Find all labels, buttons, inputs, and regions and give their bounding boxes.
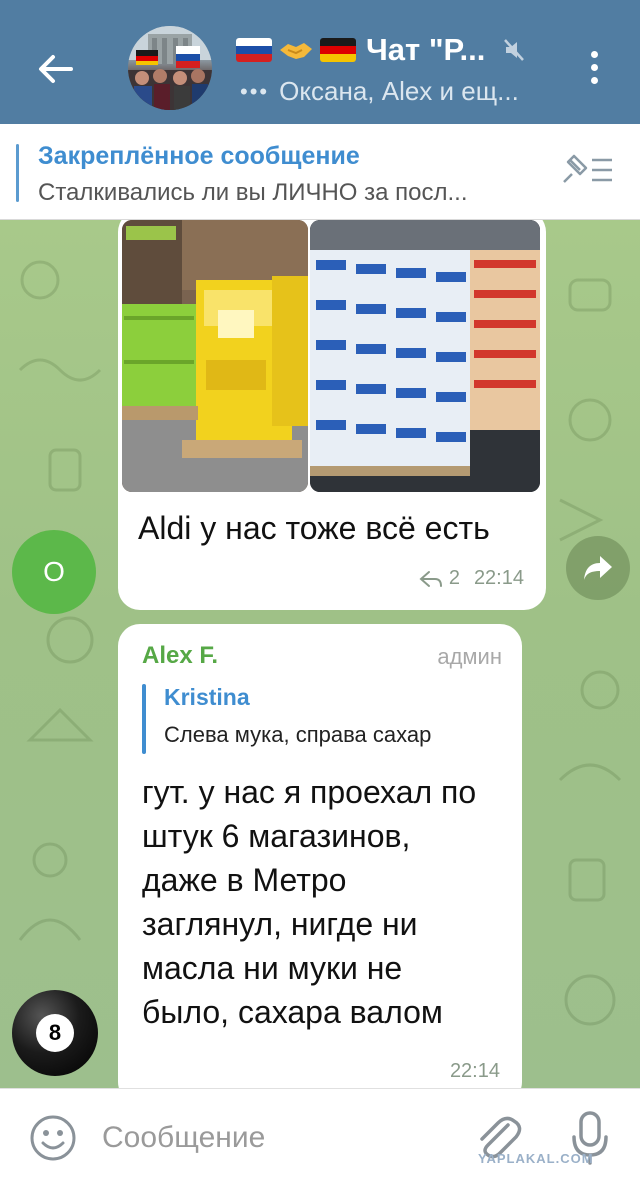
chat-title: Чат "Р... <box>366 32 486 67</box>
message-bubble[interactable]: Aldi у нас тоже всё есть 2 22:14 <box>118 220 546 610</box>
forward-button[interactable] <box>566 536 630 600</box>
chat-title-row[interactable]: Чат "Р... <box>236 30 525 70</box>
more-vert-icon <box>590 50 598 58</box>
message-input-bar: YAPLAKAL.COM <box>0 1088 640 1187</box>
message-time: 22:14 <box>449 1060 500 1082</box>
back-button[interactable] <box>30 44 80 94</box>
chat-header: Чат "Р... ••• Оксана, Alex и ещ... <box>0 0 640 124</box>
reply-arrow-icon[interactable] <box>419 570 443 588</box>
message-time: 22:14 <box>473 567 524 589</box>
reply-count[interactable]: 2 <box>449 567 460 590</box>
message-input[interactable] <box>102 1113 452 1163</box>
more-menu-button[interactable] <box>574 42 614 92</box>
admin-badge: админ <box>437 644 502 669</box>
message-meta: 2 22:14 <box>419 567 524 590</box>
message-bubble[interactable]: Alex F. админ Kristina Слева мука, справ… <box>118 624 522 1088</box>
message-text: Aldi у нас тоже всё есть <box>138 510 490 546</box>
forward-arrow-icon <box>584 556 612 580</box>
pinned-title: Закреплённое сообщение <box>38 142 360 170</box>
flag-germany-icon <box>320 38 356 62</box>
flag-russia-icon <box>236 38 272 62</box>
sender-name[interactable]: Alex F. <box>142 642 218 670</box>
reply-author: Kristina <box>164 684 250 710</box>
pinned-indicator <box>16 144 19 202</box>
photo-flour-sugar-pallets[interactable] <box>310 220 540 492</box>
watermark: YAPLAKAL.COM <box>478 1151 594 1166</box>
quoted-reply[interactable]: Kristina Слева мука, справа сахар <box>142 682 512 756</box>
reply-indicator <box>142 684 146 754</box>
pinned-message-bar[interactable]: Закреплённое сообщение Сталкивались ли в… <box>0 124 640 220</box>
chat-area[interactable]: Aldi у нас тоже всё есть 2 22:14 О Alex … <box>0 220 640 1088</box>
back-arrow-icon <box>39 55 73 83</box>
avatar-letter: О <box>43 556 65 587</box>
avatar[interactable]: 8 <box>12 990 98 1076</box>
photo-aldi-boxes[interactable] <box>122 220 308 492</box>
reply-text: Слева мука, справа сахар <box>164 722 432 747</box>
typing-indicator: ••• <box>240 78 270 104</box>
avatar[interactable]: О <box>12 530 96 614</box>
members-typing-text: Оксана, Alex и ещ... <box>279 76 519 106</box>
emoji-icon[interactable] <box>28 1113 78 1163</box>
group-avatar[interactable] <box>128 26 212 110</box>
message-text: гут. у нас я проехал по штук 6 магазинов… <box>142 774 477 1030</box>
handshake-icon <box>280 43 312 59</box>
chat-subtitle: ••• Оксана, Alex и ещ... <box>240 76 519 107</box>
mute-icon <box>504 39 525 61</box>
avatar-8-ball-icon: 8 <box>36 1014 74 1052</box>
pinned-text: Сталкивались ли вы ЛИЧНО за посл... <box>38 179 468 206</box>
pin-list-icon[interactable] <box>560 152 616 188</box>
